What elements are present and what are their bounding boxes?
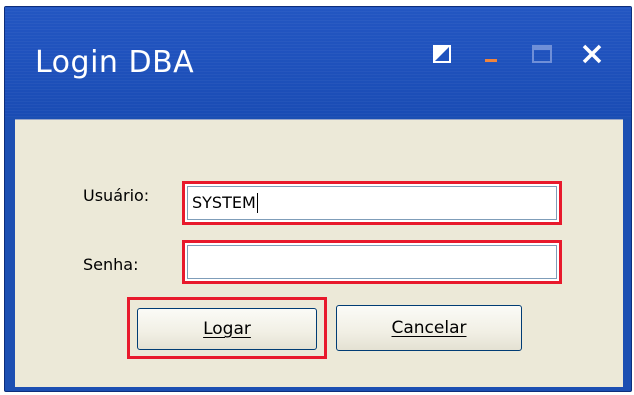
- close-icon[interactable]: [579, 41, 605, 67]
- user-input-value: SYSTEM: [192, 193, 256, 212]
- user-field-highlight: SYSTEM: [182, 181, 562, 225]
- dialog-body: Usuário: SYSTEM Senha: Logar Cancelar: [15, 119, 623, 387]
- user-label: Usuário:: [83, 186, 150, 205]
- text-caret: [256, 193, 258, 213]
- password-input[interactable]: [187, 245, 557, 279]
- password-label: Senha:: [83, 255, 139, 274]
- restore-toggle-icon[interactable]: [429, 41, 455, 67]
- login-dba-window: Login DBA Usuário: SYSTEM Senha: Logar C…: [4, 6, 632, 392]
- title-bar[interactable]: Login DBA: [5, 7, 631, 117]
- window-title: Login DBA: [35, 45, 195, 80]
- password-field-highlight: [182, 240, 562, 284]
- login-button[interactable]: Logar: [137, 308, 317, 350]
- cancel-button-label: Cancelar: [391, 318, 467, 338]
- cancel-button[interactable]: Cancelar: [336, 305, 522, 351]
- user-input[interactable]: SYSTEM: [187, 186, 557, 220]
- login-button-label: Logar: [203, 319, 251, 339]
- maximize-icon[interactable]: [529, 41, 555, 67]
- minimize-icon[interactable]: [479, 41, 505, 67]
